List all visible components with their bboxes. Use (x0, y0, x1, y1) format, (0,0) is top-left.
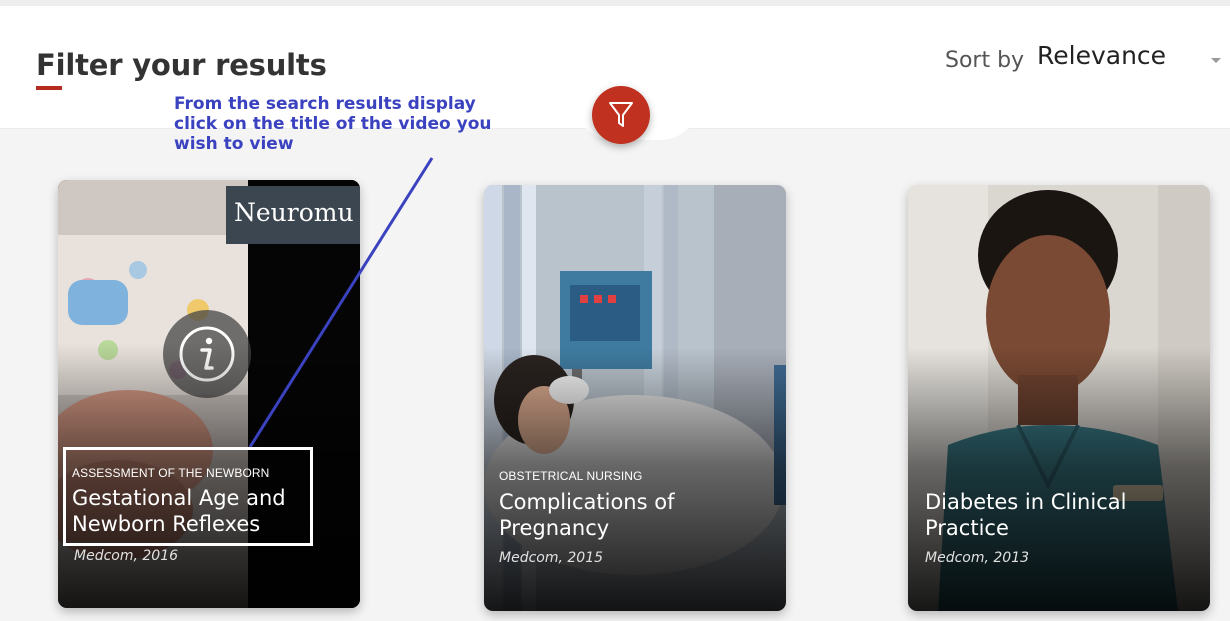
card-title-link[interactable]: Complications of Pregnancy (499, 489, 729, 541)
filter-results-heading: Filter your results (36, 48, 327, 82)
sort-label: Sort by (945, 48, 1025, 73)
annotation-callout: From the search results display click on… (174, 94, 492, 154)
result-card[interactable]: OBSTETRICAL NURSING Complications of Pre… (484, 185, 786, 611)
card-meta: Medcom, 2015 (499, 550, 604, 566)
card-gradient (908, 346, 1210, 611)
top-edge (0, 0, 1230, 6)
sort-select[interactable]: Relevance (1037, 41, 1166, 70)
card-meta: Medcom, 2016 (74, 548, 179, 564)
card-title-link[interactable]: Diabetes in Clinical Practice (925, 489, 1155, 541)
title-highlight-box (63, 447, 313, 546)
card-category: OBSTETRICAL NURSING (499, 469, 643, 483)
card-meta: Medcom, 2013 (925, 550, 1030, 566)
filter-funnel-icon (609, 102, 633, 127)
result-card[interactable]: Diabetes in Clinical Practice Medcom, 20… (908, 185, 1210, 611)
thumbnail-overlay-text: Neuromu (234, 198, 354, 227)
chevron-down-icon[interactable] (1211, 58, 1221, 63)
heading-underline (36, 86, 62, 90)
filter-button[interactable] (592, 86, 650, 144)
